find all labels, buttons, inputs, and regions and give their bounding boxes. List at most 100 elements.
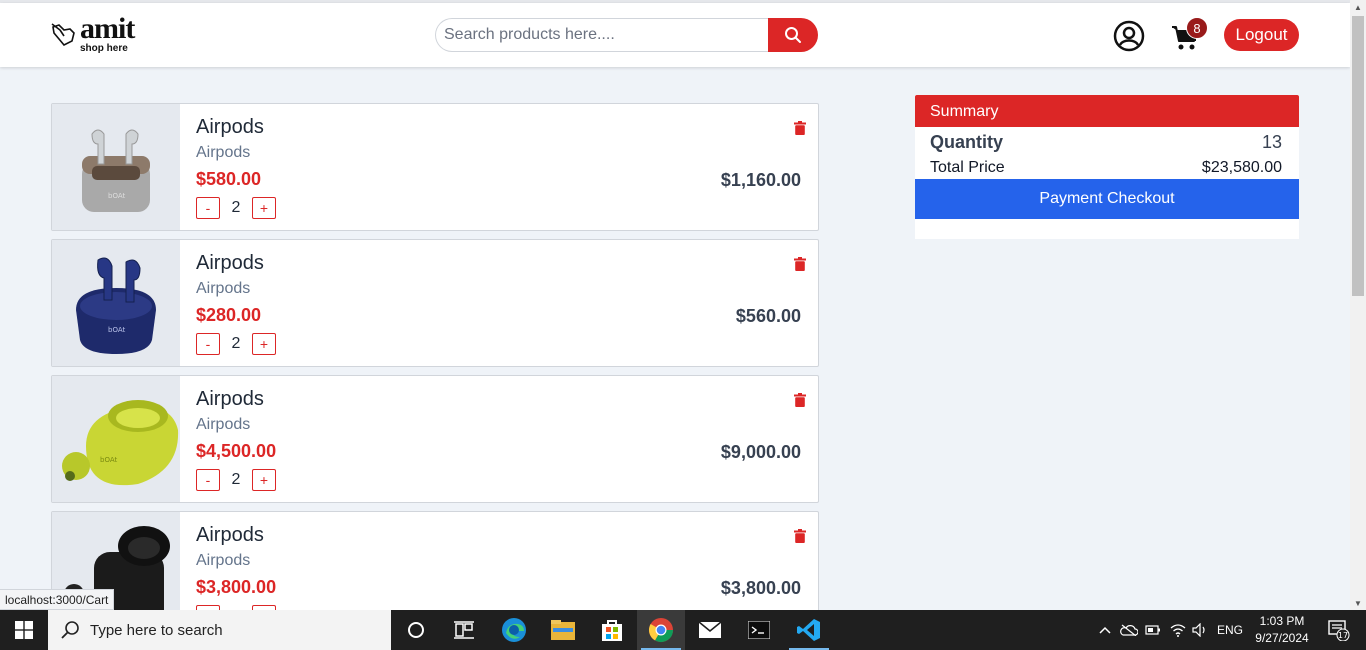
product-name: Airpods [196, 252, 264, 274]
terminal-icon [748, 621, 770, 639]
taskbar-app-mail[interactable] [686, 610, 734, 650]
line-total: $1,160.00 [720, 170, 801, 190]
site-logo[interactable]: amit shop here [50, 13, 150, 57]
product-subtitle: Airpods [196, 144, 251, 161]
cart-item: bOAt Airpods Airpods $580.00 - 2 + $1,16… [51, 103, 819, 231]
taskbar-search-text: Type here to search [90, 621, 223, 639]
quantity-decrease-button[interactable]: - [196, 197, 220, 219]
quantity-value: 2 [231, 471, 241, 488]
page-scrollbar[interactable]: ▲ ▼ [1350, 0, 1366, 610]
search-icon [785, 27, 801, 43]
product-name: Airpods [196, 524, 264, 546]
product-unit-price: $280.00 [196, 305, 262, 325]
edge-icon [502, 618, 526, 642]
lime-earbuds-image: bOAt [62, 400, 179, 486]
user-circle-icon[interactable] [1113, 20, 1145, 52]
cortana-button[interactable] [392, 610, 440, 650]
taskbar-search-box[interactable]: Type here to search [48, 610, 391, 650]
onedrive-offline-icon[interactable] [1118, 610, 1140, 650]
browser-viewport: amit shop here 8 Logout [0, 0, 1350, 610]
product-unit-price: $4,500.00 [196, 441, 277, 461]
svg-text:bOAt: bOAt [108, 192, 125, 200]
taskbar-app-vscode[interactable] [785, 610, 833, 650]
quantity-decrease-button[interactable]: - [196, 469, 220, 491]
cart-item: bOAt Airpods Airpods $4,500.00 - 2 + $9,… [51, 375, 819, 503]
cart-count-badge: 8 [1186, 17, 1208, 39]
task-view-button[interactable] [440, 610, 488, 650]
trash-icon[interactable] [794, 257, 806, 271]
product-unit-price: $580.00 [196, 169, 262, 189]
summary-title: Summary [915, 95, 1299, 127]
search-input[interactable] [435, 18, 771, 52]
product-name: Airpods [196, 116, 264, 138]
line-total: $3,800.00 [720, 578, 801, 598]
product-subtitle: Airpods [196, 416, 251, 433]
line-total: $560.00 [735, 306, 801, 326]
battery-icon[interactable] [1143, 610, 1163, 650]
quantity-value: 2 [231, 335, 241, 352]
summary-total-label: Total Price [930, 159, 1005, 176]
windows-taskbar: Type here to search ENG 1:03 PM 9/27/202… [0, 610, 1366, 650]
taskbar-app-chrome[interactable] [637, 610, 685, 650]
quantity-increase-button[interactable]: + [252, 197, 276, 219]
svg-text:bOAt: bOAt [108, 326, 125, 334]
search-button[interactable] [768, 18, 818, 52]
wifi-icon[interactable] [1167, 610, 1189, 650]
chrome-icon [648, 618, 673, 643]
taskbar-app-terminal[interactable] [735, 610, 783, 650]
volume-icon[interactable] [1190, 610, 1210, 650]
quantity-value: 2 [231, 199, 241, 216]
taskbar-app-file-explorer[interactable] [539, 610, 587, 650]
language-indicator[interactable]: ENG [1214, 610, 1246, 650]
cart-item: Airpods Airpods $3,800.00 - + $3,800.00 [51, 511, 819, 610]
payment-checkout-button[interactable]: Payment Checkout [915, 179, 1299, 219]
trash-icon[interactable] [794, 121, 806, 135]
svg-text:bOAt: bOAt [100, 456, 117, 464]
product-subtitle: Airpods [196, 552, 251, 569]
quantity-increase-button[interactable]: + [252, 469, 276, 491]
start-button[interactable] [0, 610, 48, 650]
cortana-icon [408, 622, 424, 638]
product-unit-price: $3,800.00 [196, 577, 277, 597]
product-image: bOAt [52, 240, 180, 366]
order-summary-panel: Summary Quantity 13 Total Price $23,580.… [915, 95, 1299, 239]
taskbar-app-edge[interactable] [490, 610, 538, 650]
site-header: amit shop here 8 Logout [0, 3, 1350, 67]
summary-quantity-value: 13 [1261, 132, 1282, 152]
line-total: $9,000.00 [720, 442, 801, 462]
scroll-up-arrow-icon[interactable]: ▲ [1350, 0, 1366, 14]
mail-icon [698, 621, 722, 638]
trash-icon[interactable] [794, 529, 806, 543]
file-explorer-icon [551, 620, 575, 640]
product-image: bOAt [52, 376, 180, 502]
hand-pointer-icon [51, 23, 75, 46]
windows-icon [15, 621, 33, 639]
cart-item: bOAt Airpods Airpods $280.00 - 2 + $560.… [51, 239, 819, 367]
clock-time: 1:03 PM [1259, 614, 1305, 628]
product-name: Airpods [196, 388, 264, 410]
store-icon [602, 620, 622, 641]
search-icon [61, 621, 79, 639]
summary-quantity-label: Quantity [930, 132, 1004, 152]
vscode-icon [797, 619, 820, 641]
quantity-decrease-button[interactable]: - [196, 333, 220, 355]
trash-icon[interactable] [794, 393, 806, 407]
taskbar-app-store[interactable] [588, 610, 636, 650]
quantity-increase-button[interactable]: + [252, 333, 276, 355]
scroll-thumb[interactable] [1352, 16, 1364, 296]
notification-center-button[interactable]: 17 [1320, 610, 1356, 650]
notification-count: 17 [1338, 631, 1348, 640]
tray-overflow-chevron-icon[interactable] [1094, 610, 1116, 650]
system-clock[interactable]: 1:03 PM 9/27/2024 [1252, 613, 1312, 647]
logout-button[interactable]: Logout [1224, 19, 1299, 51]
product-image: bOAt [52, 104, 180, 230]
white-earbuds-image: bOAt [82, 129, 150, 212]
status-url-bubble: localhost:3000/Cart [0, 589, 115, 610]
product-subtitle: Airpods [196, 280, 251, 297]
logo-tagline: shop here [80, 43, 128, 54]
scroll-down-arrow-icon[interactable]: ▼ [1350, 596, 1366, 610]
cart-item-list: bOAt Airpods Airpods $580.00 - 2 + $1,16… [51, 103, 819, 610]
summary-total-value: $23,580.00 [1201, 159, 1282, 176]
clock-date: 9/27/2024 [1255, 631, 1309, 645]
notification-icon: 17 [1328, 620, 1350, 641]
